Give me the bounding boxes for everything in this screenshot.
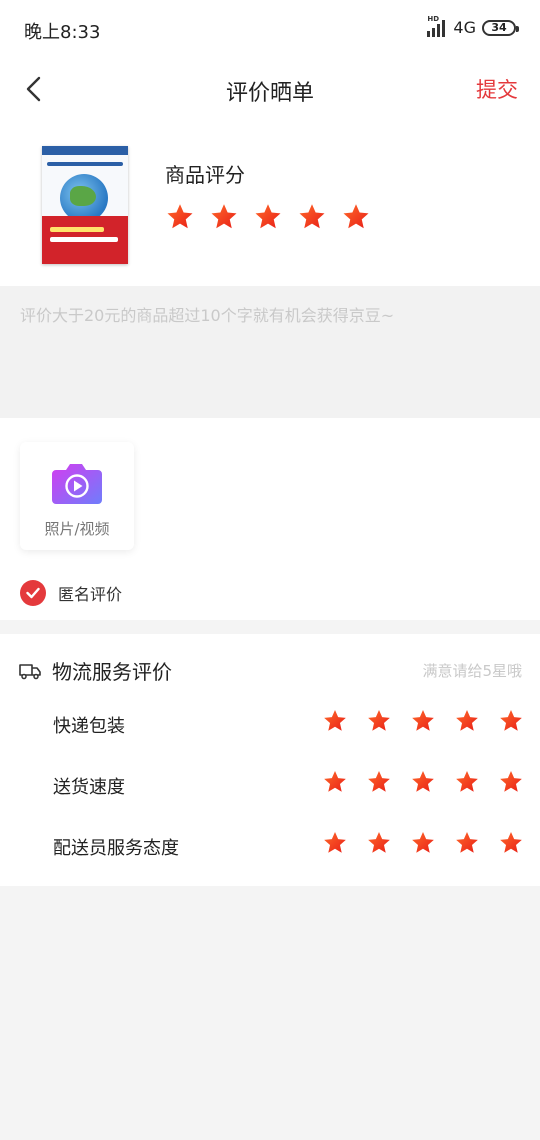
star-icon[interactable] (165, 202, 195, 232)
star-icon[interactable] (253, 202, 283, 232)
star-icon[interactable] (454, 708, 480, 734)
product-star-rating[interactable] (165, 202, 371, 232)
review-input[interactable] (20, 302, 520, 402)
checkmark-icon (20, 580, 46, 606)
row-label: 送货速度 (53, 777, 125, 798)
battery-icon: 34 (482, 19, 519, 36)
row-label: 快递包装 (53, 716, 125, 737)
star-icon[interactable] (297, 202, 327, 232)
row-label: 配送员服务态度 (53, 838, 179, 859)
logistics-row-delivery-speed: 送货速度 (0, 765, 540, 805)
anonymous-label: 匿名评价 (58, 585, 123, 604)
page-title: 评价晒单 (225, 81, 314, 106)
star-icon[interactable] (498, 769, 524, 795)
logistics-hint: 满意请给5星哦 (422, 662, 522, 680)
star-icon[interactable] (322, 708, 348, 734)
logistics-title: 物流服务评价 (52, 660, 172, 684)
star-icon[interactable] (410, 708, 436, 734)
logistics-header: 物流服务评价 (18, 656, 172, 685)
delivery-speed-star-rating[interactable] (322, 769, 524, 795)
review-text-area (0, 286, 540, 418)
logistics-row-courier-service: 配送员服务态度 (0, 826, 540, 866)
courier-service-star-rating[interactable] (322, 830, 524, 856)
logistics-row-packaging: 快递包装 (0, 704, 540, 744)
camera-video-icon (52, 464, 102, 504)
star-icon[interactable] (410, 830, 436, 856)
product-rating-label: 商品评分 (165, 163, 245, 187)
star-icon[interactable] (322, 830, 348, 856)
star-icon[interactable] (366, 708, 392, 734)
status-bar: 晚上8:33 HD 4G 34 (0, 0, 540, 58)
star-icon[interactable] (209, 202, 239, 232)
star-icon[interactable] (341, 202, 371, 232)
network-type: 4G (453, 18, 476, 37)
battery-level: 34 (491, 21, 507, 34)
status-time: 晚上8:33 (24, 22, 101, 43)
status-indicators: HD 4G 34 (427, 15, 519, 37)
anonymous-toggle[interactable]: 匿名评价 (20, 580, 122, 606)
star-icon[interactable] (454, 769, 480, 795)
submit-button[interactable]: 提交 (476, 74, 518, 104)
product-rating-section: 商品评分 (0, 120, 540, 286)
upload-label: 照片/视频 (44, 520, 110, 538)
star-icon[interactable] (366, 769, 392, 795)
star-icon[interactable] (366, 830, 392, 856)
upload-photo-video-button[interactable]: 照片/视频 (20, 442, 134, 550)
truck-icon (19, 663, 41, 679)
logistics-rating-section: 物流服务评价 满意请给5星哦 快递包装 送货速度 配送员服务态度 (0, 634, 540, 886)
nav-header: 评价晒单 提交 (0, 58, 540, 120)
star-icon[interactable] (322, 769, 348, 795)
star-icon[interactable] (498, 830, 524, 856)
product-image[interactable] (42, 146, 128, 264)
packaging-star-rating[interactable] (322, 708, 524, 734)
star-icon[interactable] (410, 769, 436, 795)
media-section: 照片/视频 匿名评价 (0, 418, 540, 620)
signal-icon: HD (427, 15, 447, 37)
star-icon[interactable] (498, 708, 524, 734)
star-icon[interactable] (454, 830, 480, 856)
